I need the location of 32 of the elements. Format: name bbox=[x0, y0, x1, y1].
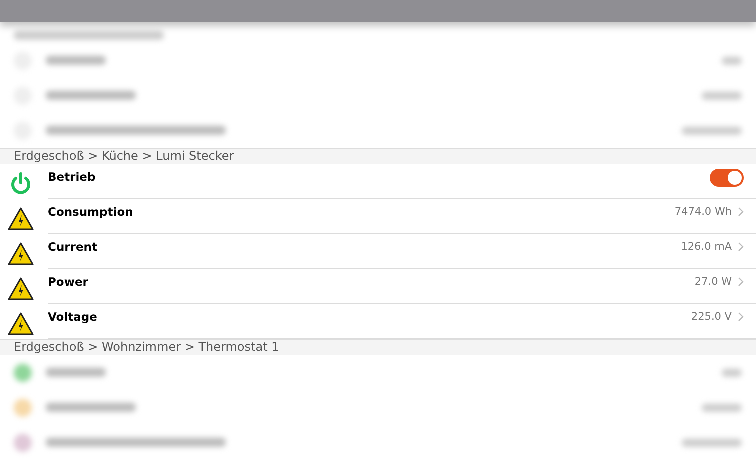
power-icon bbox=[9, 172, 33, 196]
warning-icon bbox=[8, 277, 34, 301]
chevron-icon[interactable] bbox=[738, 312, 744, 322]
chevron-icon[interactable] bbox=[738, 207, 744, 217]
blurred-icon bbox=[14, 364, 32, 382]
warning-icon bbox=[8, 242, 34, 266]
row-label: Betrieb bbox=[48, 170, 96, 184]
blurred-value bbox=[702, 92, 742, 100]
value-text: 126.0 mA bbox=[681, 241, 732, 253]
toggle-switch[interactable] bbox=[710, 169, 744, 187]
blurred-value bbox=[682, 126, 742, 134]
value-text: 225.0 V bbox=[691, 311, 732, 323]
row-label: Current bbox=[48, 240, 98, 254]
chevron-icon[interactable] bbox=[738, 242, 744, 252]
row-label: Voltage bbox=[48, 310, 98, 324]
breadcrumb: Erdgeschoß > Wohnzimmer > Thermostat 1 bbox=[14, 340, 280, 355]
blurred-icon bbox=[14, 398, 32, 416]
warning-icon bbox=[8, 312, 34, 336]
blurred-value bbox=[682, 438, 742, 446]
blurred-label bbox=[46, 56, 106, 65]
value-text: 27.0 W bbox=[694, 276, 732, 288]
warning-icon bbox=[8, 207, 34, 231]
blurred-icon bbox=[14, 434, 32, 452]
value-text: 7474.0 Wh bbox=[674, 206, 732, 218]
blurred-value bbox=[702, 404, 742, 412]
chevron-icon[interactable] bbox=[738, 277, 744, 287]
breadcrumb: Erdgeschoß > Küche > Lumi Stecker bbox=[14, 149, 234, 164]
blurred-value bbox=[722, 368, 742, 376]
row-label: Consumption bbox=[48, 205, 134, 219]
blurred-label bbox=[46, 368, 106, 377]
row-label: Power bbox=[48, 275, 88, 289]
blurred-value bbox=[722, 56, 742, 64]
